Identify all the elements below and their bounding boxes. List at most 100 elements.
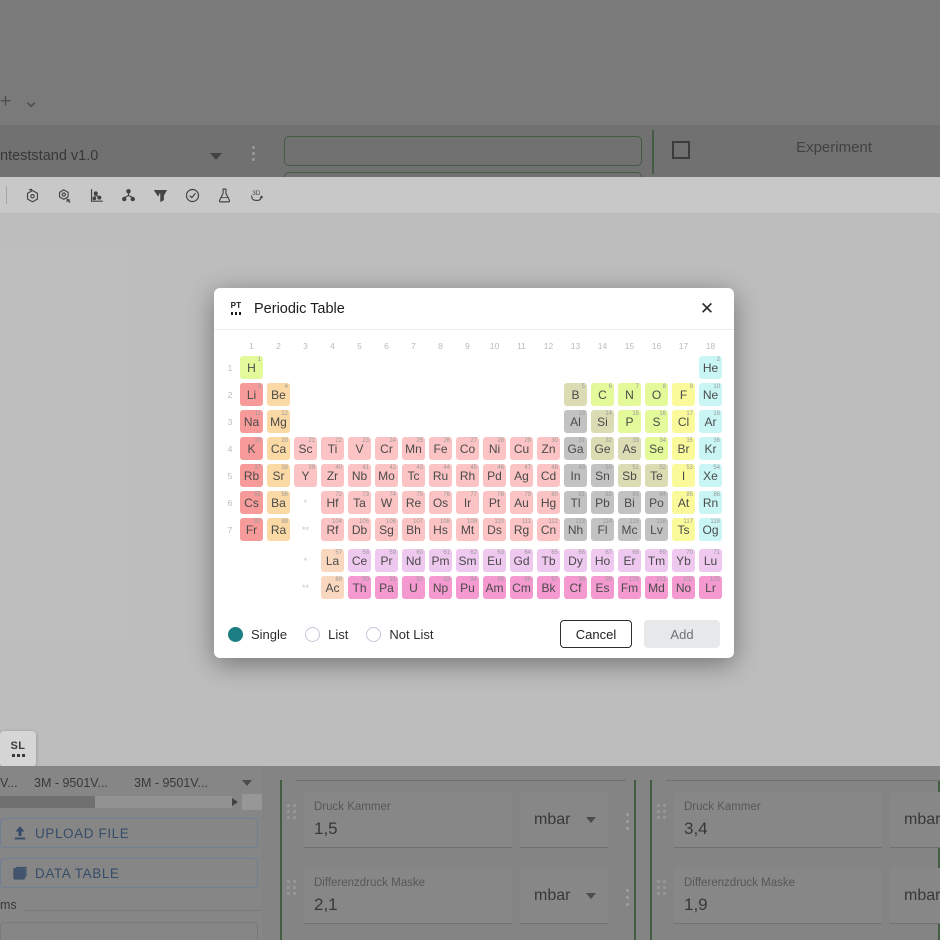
element-U[interactable]: 92U (402, 576, 425, 599)
element-Np[interactable]: 93Np (429, 576, 452, 599)
element-Tl[interactable]: 81Tl (564, 491, 587, 514)
element-Hf[interactable]: 72Hf (321, 491, 344, 514)
element-Eu[interactable]: 63Eu (483, 549, 506, 572)
element-Rn[interactable]: 86Rn (699, 491, 722, 514)
element-Pb[interactable]: 82Pb (591, 491, 614, 514)
element-O[interactable]: 8O (645, 383, 668, 406)
element-Og[interactable]: 118Og (699, 518, 722, 541)
close-icon[interactable]: ✕ (694, 296, 720, 322)
element-Li[interactable]: 3Li (240, 383, 263, 406)
element-Pa[interactable]: 91Pa (375, 576, 398, 599)
element-Fl[interactable]: 114Fl (591, 518, 614, 541)
element-Es[interactable]: 99Es (591, 576, 614, 599)
element-He[interactable]: 2He (699, 356, 722, 379)
element-Pu[interactable]: 94Pu (456, 576, 479, 599)
element-Ca[interactable]: 20Ca (267, 437, 290, 460)
element-Th[interactable]: 90Th (348, 576, 371, 599)
element-Cs[interactable]: 55Cs (240, 491, 263, 514)
element-Ra[interactable]: 88Ra (267, 518, 290, 541)
element-Au[interactable]: 79Au (510, 491, 533, 514)
element-Rg[interactable]: 111Rg (510, 518, 533, 541)
element-Cd[interactable]: 48Cd (537, 464, 560, 487)
element-Md[interactable]: 101Md (645, 576, 668, 599)
element-Rf[interactable]: 104Rf (321, 518, 344, 541)
element-Ru[interactable]: 44Ru (429, 464, 452, 487)
element-Ar[interactable]: 18Ar (699, 410, 722, 433)
element-No[interactable]: 102No (672, 576, 695, 599)
element-Ta[interactable]: 73Ta (348, 491, 371, 514)
element-Ir[interactable]: 77Ir (456, 491, 479, 514)
element-Pr[interactable]: 59Pr (375, 549, 398, 572)
element-Sr[interactable]: 38Sr (267, 464, 290, 487)
element-S[interactable]: 16S (645, 410, 668, 433)
element-Cf[interactable]: 98Cf (564, 576, 587, 599)
element-Er[interactable]: 68Er (618, 549, 641, 572)
element-Co[interactable]: 27Co (456, 437, 479, 460)
element-Bh[interactable]: 107Bh (402, 518, 425, 541)
element-Cl[interactable]: 17Cl (672, 410, 695, 433)
element-Sg[interactable]: 106Sg (375, 518, 398, 541)
element-Rh[interactable]: 45Rh (456, 464, 479, 487)
element-N[interactable]: 7N (618, 383, 641, 406)
element-Tb[interactable]: 65Tb (537, 549, 560, 572)
radio-option-single[interactable]: Single (228, 627, 287, 642)
element-I[interactable]: 53I (672, 464, 695, 487)
element-V[interactable]: 23V (348, 437, 371, 460)
element-Mo[interactable]: 42Mo (375, 464, 398, 487)
element-Po[interactable]: 84Po (645, 491, 668, 514)
element-Mt[interactable]: 109Mt (456, 518, 479, 541)
element-Bi[interactable]: 83Bi (618, 491, 641, 514)
element-Nd[interactable]: 60Nd (402, 549, 425, 572)
element-Ds[interactable]: 110Ds (483, 518, 506, 541)
element-Xe[interactable]: 54Xe (699, 464, 722, 487)
element-Lr[interactable]: 103Lr (699, 576, 722, 599)
element-P[interactable]: 15P (618, 410, 641, 433)
element-Os[interactable]: 76Os (429, 491, 452, 514)
element-Se[interactable]: 34Se (645, 437, 668, 460)
element-Ag[interactable]: 47Ag (510, 464, 533, 487)
element-Zr[interactable]: 40Zr (321, 464, 344, 487)
element-Te[interactable]: 52Te (645, 464, 668, 487)
element-Fe[interactable]: 26Fe (429, 437, 452, 460)
element-Pt[interactable]: 78Pt (483, 491, 506, 514)
element-Ni[interactable]: 28Ni (483, 437, 506, 460)
element-C[interactable]: 6C (591, 383, 614, 406)
element-Re[interactable]: 75Re (402, 491, 425, 514)
element-Ga[interactable]: 31Ga (564, 437, 587, 460)
radio-option-list[interactable]: List (305, 627, 348, 642)
element-Mn[interactable]: 25Mn (402, 437, 425, 460)
element-Rb[interactable]: 37Rb (240, 464, 263, 487)
element-Pd[interactable]: 46Pd (483, 464, 506, 487)
element-W[interactable]: 74W (375, 491, 398, 514)
element-Bk[interactable]: 97Bk (537, 576, 560, 599)
element-Sn[interactable]: 50Sn (591, 464, 614, 487)
element-Ti[interactable]: 22Ti (321, 437, 344, 460)
element-Zn[interactable]: 30Zn (537, 437, 560, 460)
element-Gd[interactable]: 64Gd (510, 549, 533, 572)
element-Sm[interactable]: 62Sm (456, 549, 479, 572)
element-Br[interactable]: 35Br (672, 437, 695, 460)
element-In[interactable]: 49In (564, 464, 587, 487)
element-Ce[interactable]: 58Ce (348, 549, 371, 572)
element-Mg[interactable]: 12Mg (267, 410, 290, 433)
element-Ne[interactable]: 10Ne (699, 383, 722, 406)
element-K[interactable]: 19K (240, 437, 263, 460)
element-Si[interactable]: 14Si (591, 410, 614, 433)
element-Cr[interactable]: 24Cr (375, 437, 398, 460)
element-Ts[interactable]: 117Ts (672, 518, 695, 541)
element-Kr[interactable]: 36Kr (699, 437, 722, 460)
element-Na[interactable]: 11Na (240, 410, 263, 433)
element-Dy[interactable]: 66Dy (564, 549, 587, 572)
element-Be[interactable]: 4Be (267, 383, 290, 406)
element-Lu[interactable]: 71Lu (699, 549, 722, 572)
add-button[interactable]: Add (644, 620, 720, 648)
element-Fm[interactable]: 100Fm (618, 576, 641, 599)
element-As[interactable]: 33As (618, 437, 641, 460)
element-Y[interactable]: 39Y (294, 464, 317, 487)
element-Lv[interactable]: 116Lv (645, 518, 668, 541)
element-La[interactable]: 57La (321, 549, 344, 572)
radio-option-not-list[interactable]: Not List (366, 627, 433, 642)
element-Fr[interactable]: 87Fr (240, 518, 263, 541)
element-Nh[interactable]: 113Nh (564, 518, 587, 541)
element-Cn[interactable]: 112Cn (537, 518, 560, 541)
